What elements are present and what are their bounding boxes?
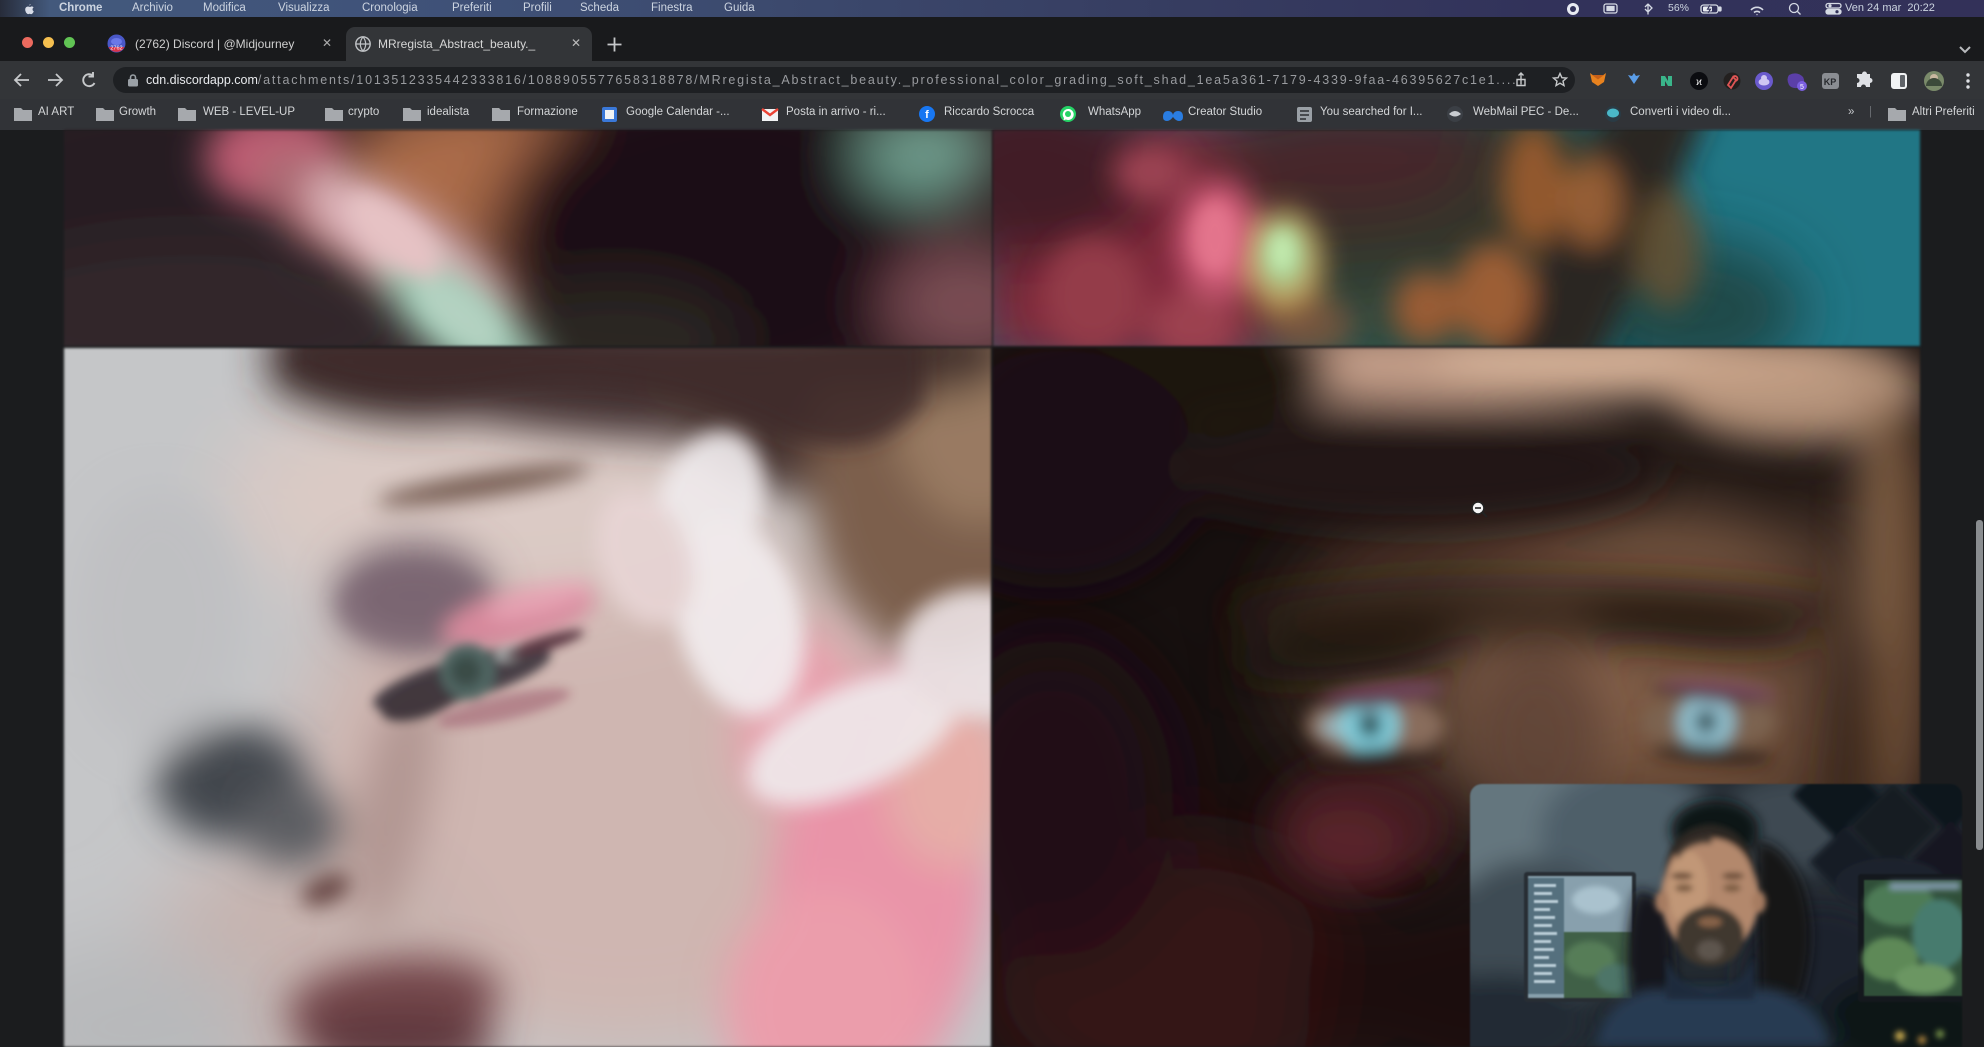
svg-text:KP: KP [1824, 77, 1837, 87]
svg-text:2762: 2762 [110, 46, 122, 52]
svg-text:f: f [925, 109, 929, 121]
svg-text:ϰ: ϰ [1696, 77, 1702, 88]
svg-text:5: 5 [1800, 84, 1804, 91]
